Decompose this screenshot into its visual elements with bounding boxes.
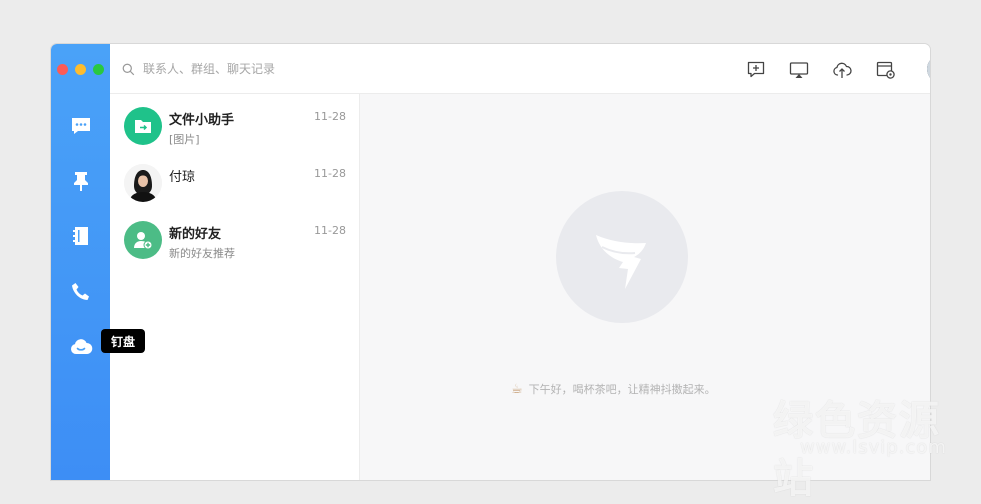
search-input[interactable] xyxy=(141,61,405,77)
watermark-url: www.lsvip.com xyxy=(800,437,947,458)
conversation-item[interactable]: 文件小助手 [图片] 11-28 xyxy=(110,96,359,152)
coffee-cup-icon: ☕ xyxy=(511,381,523,397)
window-maximize-button[interactable] xyxy=(93,64,104,75)
conversation-name: 新的好友 xyxy=(169,227,222,242)
conversation-item[interactable]: 新的好友 新的好友推荐 11-28 xyxy=(110,210,359,266)
sidebar-item-contacts[interactable] xyxy=(68,223,94,249)
top-bar xyxy=(110,44,930,94)
user-avatar-image xyxy=(927,55,930,83)
file-assistant-avatar xyxy=(124,107,162,145)
address-book-icon xyxy=(73,227,88,245)
sidebar-item-pin[interactable] xyxy=(68,168,94,194)
contact-photo xyxy=(124,164,162,202)
contact-avatar xyxy=(124,164,162,202)
conversation-preview: 新的好友推荐 xyxy=(169,247,235,260)
dingtalk-wing-icon xyxy=(596,235,646,289)
window-minimize-button[interactable] xyxy=(75,64,86,75)
window-close-button[interactable] xyxy=(57,64,68,75)
add-friend-icon xyxy=(134,232,153,250)
sidebar xyxy=(51,44,110,480)
pin-icon xyxy=(74,172,88,191)
search-box[interactable] xyxy=(122,59,422,79)
search-icon xyxy=(122,63,135,75)
screen-share-icon xyxy=(789,62,809,78)
dingtalk-logo xyxy=(556,191,688,323)
sidebar-item-cloud-disk[interactable] xyxy=(68,334,94,360)
new-chat-icon xyxy=(747,61,765,78)
conversation-item[interactable]: 付琼 11-28 xyxy=(110,153,359,209)
sidebar-item-messages[interactable] xyxy=(68,113,94,139)
cloud-disk-tooltip: 钉盘 xyxy=(101,329,145,353)
sidebar-item-phone[interactable] xyxy=(68,279,94,305)
cloud-icon xyxy=(70,339,93,354)
folder-transfer-icon xyxy=(135,120,151,133)
conversation-preview: [图片] xyxy=(169,133,200,146)
chat-bubble-icon xyxy=(72,118,90,134)
cloud-upload-icon xyxy=(833,62,852,78)
screen-share-button[interactable] xyxy=(788,59,810,81)
conversation-name: 付琼 xyxy=(169,170,196,185)
new-friend-avatar xyxy=(124,221,162,259)
settings-button[interactable] xyxy=(875,59,897,81)
greeting-message: ☕ 下午好，喝杯茶吧，让精神抖擞起来。 xyxy=(511,381,716,397)
conversation-time: 11-28 xyxy=(314,167,346,180)
greeting-text: 下午好，喝杯茶吧，让精神抖擞起来。 xyxy=(528,383,716,396)
user-avatar[interactable] xyxy=(927,55,930,83)
conversation-name: 文件小助手 xyxy=(169,113,235,128)
conversation-list: 文件小助手 [图片] 11-28 付琼 11-28 新的好友 新的好友推荐 11… xyxy=(110,94,360,480)
new-chat-button[interactable] xyxy=(745,59,767,81)
settings-calendar-icon xyxy=(876,61,895,79)
conversation-time: 11-28 xyxy=(314,224,346,237)
conversation-time: 11-28 xyxy=(314,110,346,123)
phone-icon xyxy=(72,283,89,300)
cloud-upload-button[interactable] xyxy=(831,59,853,81)
